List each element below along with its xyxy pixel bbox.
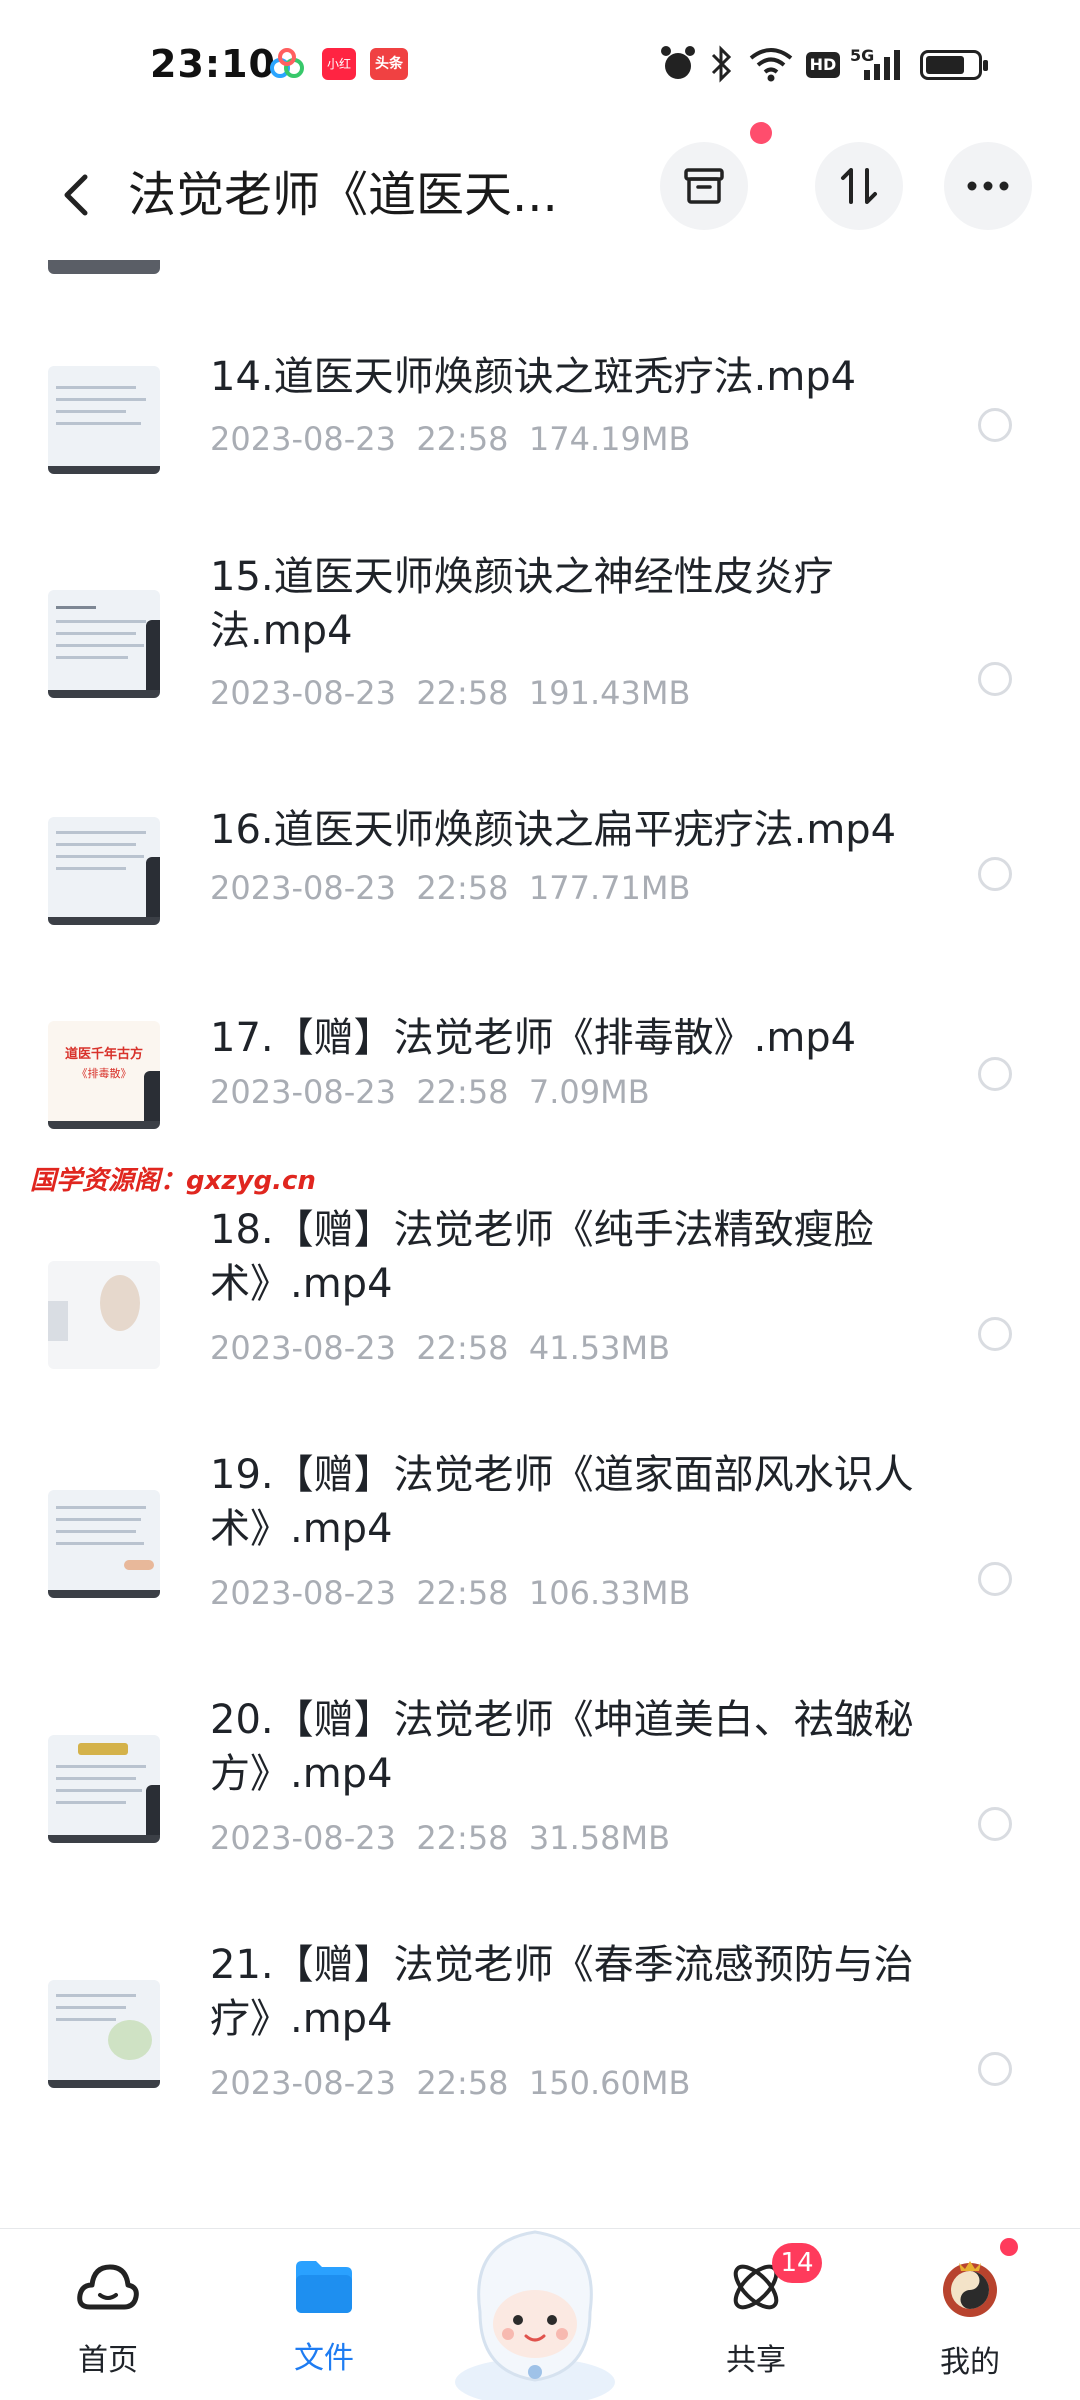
file-meta: 2023-08-23 22:58 106.33MB: [210, 1574, 690, 1612]
file-meta: 2023-08-23 22:58 191.43MB: [210, 674, 690, 712]
file-meta: 2023-08-23 22:58 177.71MB: [210, 869, 690, 907]
nav-files-label: 文件: [294, 2341, 354, 2376]
file-size: 41.53MB: [528, 1329, 671, 1367]
file-date: 2023-08-23 22:58: [210, 1073, 509, 1111]
video-thumbnail: [48, 366, 160, 474]
file-meta: 2023-08-23 22:58 7.09MB: [210, 1073, 650, 1111]
watermark-text: 国学资源阁：gxzyg.cn: [30, 1166, 316, 1196]
bluetooth-icon: [711, 45, 732, 83]
file-meta: 2023-08-23 22:58 174.19MB: [210, 420, 690, 458]
file-list: 14.道医天师焕颜诀之斑秃疗法.mp4 2023-08-23 22:58 174…: [0, 260, 1080, 2230]
video-thumbnail: [48, 1261, 160, 1369]
file-date: 2023-08-23 22:58: [210, 2064, 509, 2102]
select-radio[interactable]: [978, 1317, 1012, 1351]
video-thumbnail: [48, 1735, 160, 1843]
file-size: 177.71MB: [528, 869, 691, 907]
sort-icon: [841, 168, 877, 204]
select-radio[interactable]: [978, 662, 1012, 696]
battery-icon: [920, 50, 988, 80]
notification-dot: [750, 122, 772, 144]
list-item[interactable]: 19.【赠】法觉老师《道家面部风水识人术》.mp4 2023-08-23 22:…: [0, 1452, 1080, 1670]
file-size: 31.58MB: [528, 1819, 671, 1857]
file-date: 2023-08-23 22:58: [210, 420, 509, 458]
mascot-icon[interactable]: [440, 2212, 630, 2400]
nav-home[interactable]: 首页: [38, 2257, 178, 2379]
top-bar: 法觉老师《道医天...: [0, 122, 1080, 260]
select-radio[interactable]: [978, 857, 1012, 891]
file-size: 7.09MB: [528, 1073, 650, 1111]
chevron-left-icon: [64, 174, 88, 216]
select-radio[interactable]: [978, 1562, 1012, 1596]
video-thumbnail: [48, 817, 160, 925]
hd-icon: HD: [806, 52, 840, 78]
list-item[interactable]: 15.道医天师焕颜诀之神经性皮炎疗法.mp4 2023-08-23 22:58 …: [0, 554, 1080, 770]
mine-notification-dot: [1000, 2238, 1018, 2256]
archive-icon: [684, 168, 724, 204]
wifi-icon: [749, 48, 793, 82]
home-cloud-icon: [77, 2264, 139, 2310]
list-item[interactable]: 20.【赠】法觉老师《坤道美白、祛皱秘方》.mp4 2023-08-23 22:…: [0, 1697, 1080, 1915]
file-date: 2023-08-23 22:58: [210, 1574, 509, 1612]
xiaohongshu-icon: 小红书: [322, 48, 356, 103]
video-thumbnail: [48, 590, 160, 698]
file-meta: 2023-08-23 22:58 31.58MB: [210, 1819, 670, 1857]
select-radio[interactable]: [978, 1807, 1012, 1841]
file-date: 2023-08-23 22:58: [210, 1819, 509, 1857]
file-size: 150.60MB: [528, 2064, 691, 2102]
nav-share[interactable]: 14 共享: [686, 2243, 826, 2379]
nav-mine-label: 我的: [940, 2345, 1000, 2380]
back-button[interactable]: [46, 160, 106, 230]
file-meta: 2023-08-23 22:58 41.53MB: [210, 1329, 670, 1367]
file-name: 21.【赠】法觉老师《春季流感预防与治疗》.mp4: [210, 1942, 914, 2042]
baidu-netdisk-icon: [270, 48, 304, 78]
list-item[interactable]: 道医千年古方 《排毒散》 17.【赠】法觉老师《排毒散》.mp4 2023-08…: [0, 1015, 1080, 1162]
more-button[interactable]: [944, 142, 1032, 230]
video-thumbnail: 道医千年古方 《排毒散》: [48, 1021, 160, 1129]
file-name: 16.道医天师焕颜诀之扁平疣疗法.mp4: [210, 807, 897, 853]
nav-home-label: 首页: [78, 2343, 138, 2378]
list-item[interactable]: 16.道医天师焕颜诀之扁平疣疗法.mp4 2023-08-23 22:58 17…: [0, 807, 1080, 958]
thumbnail-subtitle: 《排毒散》: [76, 1067, 132, 1080]
more-icon: [967, 181, 1009, 191]
nav-share-label: 共享: [726, 2343, 786, 2378]
file-size: 174.19MB: [528, 420, 691, 458]
file-size: 106.33MB: [528, 1574, 691, 1612]
file-size: 191.43MB: [528, 674, 691, 712]
battery-level: [926, 56, 964, 74]
toutiao-icon: 头条: [370, 48, 408, 80]
nav-files[interactable]: 文件: [254, 2257, 394, 2377]
file-meta: 2023-08-23 22:58 150.60MB: [210, 2064, 690, 2102]
nav-mine[interactable]: 我的: [900, 2257, 1040, 2381]
video-thumbnail: [48, 1980, 160, 2088]
avatar: [943, 2261, 997, 2317]
page-title: 法觉老师《道医天...: [128, 167, 558, 223]
file-name: 17.【赠】法觉老师《排毒散》.mp4: [210, 1015, 857, 1061]
file-date: 2023-08-23 22:58: [210, 674, 509, 712]
select-radio[interactable]: [978, 1057, 1012, 1091]
sort-button[interactable]: [815, 142, 903, 230]
previous-item-thumbnail: [48, 260, 160, 274]
share-badge: 14: [772, 2243, 822, 2283]
list-item[interactable]: 21.【赠】法觉老师《春季流感预防与治疗》.mp4 2023-08-23 22:…: [0, 1942, 1080, 2160]
archive-button[interactable]: [660, 142, 748, 230]
video-thumbnail: [48, 1490, 160, 1598]
file-name: 18.【赠】法觉老师《纯手法精致瘦脸术》.mp4: [210, 1207, 874, 1307]
file-date: 2023-08-23 22:58: [210, 1329, 509, 1367]
folder-icon: [296, 2261, 352, 2313]
signal-icon: [864, 50, 900, 80]
file-name: 20.【赠】法觉老师《坤道美白、祛皱秘方》.mp4: [210, 1697, 914, 1797]
list-item[interactable]: 14.道医天师焕颜诀之斑秃疗法.mp4 2023-08-23 22:58 174…: [0, 354, 1080, 505]
file-name: 19.【赠】法觉老师《道家面部风水识人术》.mp4: [210, 1452, 914, 1552]
status-bar: 23:10 小红书 头条 HD 5G: [0, 0, 1080, 130]
list-item[interactable]: 18.【赠】法觉老师《纯手法精致瘦脸术》.mp4 2023-08-23 22:5…: [0, 1207, 1080, 1425]
select-radio[interactable]: [978, 408, 1012, 442]
select-radio[interactable]: [978, 2052, 1012, 2086]
file-name: 15.道医天师焕颜诀之神经性皮炎疗法.mp4: [210, 554, 834, 654]
status-time: 23:10: [150, 42, 276, 86]
file-name: 14.道医天师焕颜诀之斑秃疗法.mp4: [210, 354, 857, 400]
file-date: 2023-08-23 22:58: [210, 869, 509, 907]
thumbnail-title: 道医千年古方: [64, 1047, 143, 1062]
alarm-icon: [661, 46, 695, 79]
